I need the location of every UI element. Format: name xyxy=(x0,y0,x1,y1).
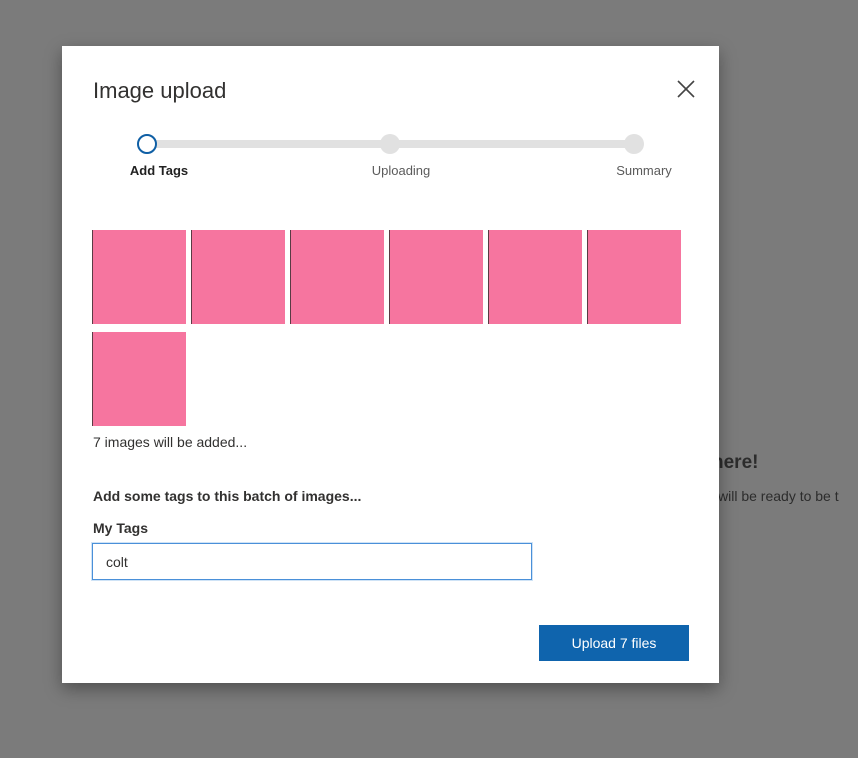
upload-files-button[interactable]: Upload 7 files xyxy=(539,625,689,661)
step-label-summary: Summary xyxy=(616,163,672,178)
my-tags-input[interactable] xyxy=(92,543,532,580)
step-dot-uploading xyxy=(380,134,400,154)
image-thumbnail xyxy=(587,230,681,324)
upload-stepper: Add Tags Uploading Summary xyxy=(62,132,719,182)
image-thumbnail xyxy=(290,230,384,324)
images-count-note: 7 images will be added... xyxy=(93,434,248,450)
my-tags-label: My Tags xyxy=(93,520,148,536)
image-thumbnail xyxy=(488,230,582,324)
image-thumbnail xyxy=(389,230,483,324)
step-dot-summary xyxy=(624,134,644,154)
tags-section-heading: Add some tags to this batch of images... xyxy=(93,488,362,504)
step-dot-add-tags xyxy=(137,134,157,154)
step-label-add-tags: Add Tags xyxy=(129,163,189,178)
image-thumbnail xyxy=(92,332,186,426)
step-label-uploading: Uploading xyxy=(371,163,431,178)
image-thumbnail xyxy=(191,230,285,324)
image-thumbnail xyxy=(92,230,186,324)
close-icon xyxy=(677,80,695,98)
close-button[interactable] xyxy=(673,76,699,102)
background-subtext: will be ready to be t xyxy=(718,488,839,504)
image-upload-dialog: Image upload Add Tags Uploading Summary … xyxy=(62,46,719,683)
dialog-title: Image upload xyxy=(93,78,227,103)
